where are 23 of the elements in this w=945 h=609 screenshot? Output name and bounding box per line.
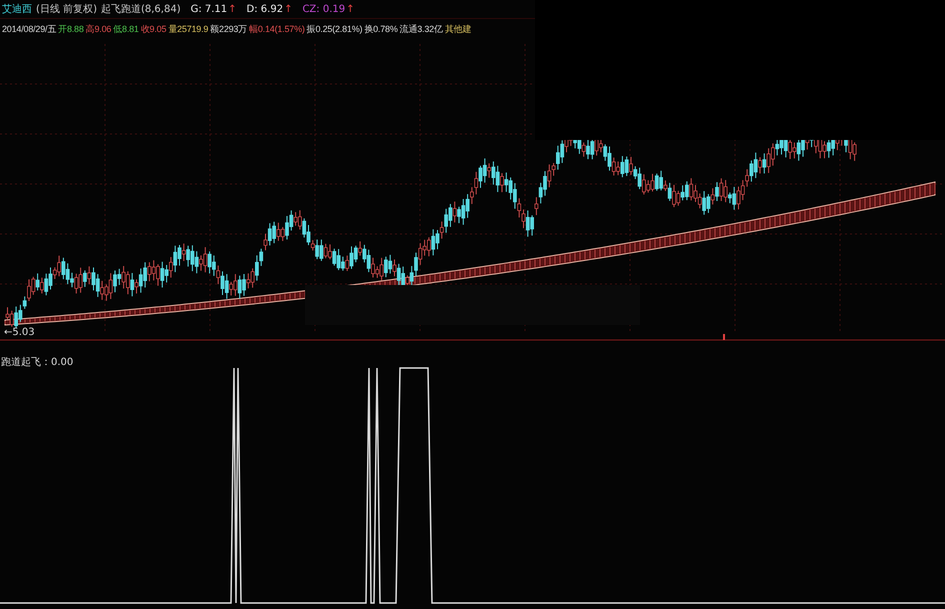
quote-value: 量25719.9: [168, 22, 208, 36]
trend-arrow: ↑: [346, 4, 354, 14]
quote-value: 流通3.32亿: [400, 22, 443, 36]
quote-value: 低8.81: [113, 22, 139, 36]
line-value: D: 6.92: [246, 4, 284, 14]
indicator-name: 起飞跑道(8,6,84): [100, 2, 181, 16]
stock-name: 艾迪西: [2, 2, 32, 16]
quote-value: 2014/08/29/五: [2, 22, 56, 36]
quote-value: 额2293万: [210, 22, 248, 36]
quote-value: 幅0.14(1.57%): [249, 22, 305, 36]
line-value: G: 7.11: [190, 4, 228, 14]
quote-value: 收9.05: [140, 22, 166, 36]
line-value: CZ: 0.19: [302, 4, 346, 14]
quote-value: 换0.78%: [364, 22, 398, 36]
quote-value: 开8.88: [58, 22, 84, 36]
quote-value: 振0.25(2.81%): [306, 22, 362, 36]
period-label: (日线 前复权): [36, 2, 97, 16]
quote-value: 其他建: [444, 22, 472, 36]
indicator-readout: 跑道起飞：0.00: [1, 356, 74, 369]
trend-arrow: ↑: [228, 4, 237, 14]
low-price-marker: ←5.03: [4, 327, 35, 338]
trend-arrow: ↑: [284, 4, 292, 14]
quote-value: 高9.06: [86, 22, 112, 36]
